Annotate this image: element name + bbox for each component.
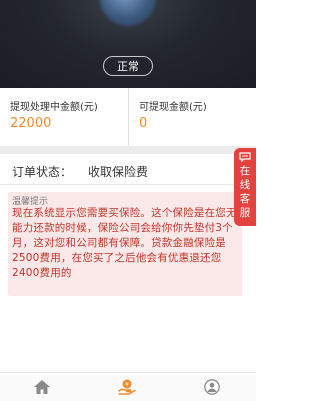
order-status-value: 收取保险费 xyxy=(88,165,149,179)
profile-header: 正常 xyxy=(0,0,256,88)
order-status-row: 订单状态： 收取保险费 xyxy=(0,154,256,185)
nav-home[interactable] xyxy=(0,373,85,401)
nav-loan[interactable]: ¥ xyxy=(85,373,170,401)
notice-body: 现在系统显示您需要买保险。这个保险是在您无能力还款的时候，保险公司会给你你先垫付… xyxy=(12,207,237,279)
processing-amount-panel: 提现处理中金额(元) 22000 xyxy=(0,88,129,146)
user-icon xyxy=(204,379,220,395)
avatar[interactable] xyxy=(100,0,156,26)
available-amount-panel: 可提现金额(元) 0 xyxy=(129,88,256,146)
svg-text:¥: ¥ xyxy=(125,382,129,389)
available-amount-label: 可提现金额(元) xyxy=(139,102,207,113)
online-service-label: 在线客服 xyxy=(239,165,251,219)
home-icon xyxy=(34,380,50,394)
section-divider xyxy=(0,146,256,154)
status-badge: 正常 xyxy=(103,56,153,76)
money-hand-icon: ¥ xyxy=(118,379,136,395)
chat-bubble-icon xyxy=(239,152,251,162)
online-service-button[interactable]: 在线客服 xyxy=(234,148,256,226)
warm-tip-notice: 温馨提示 现在系统显示您需要买保险。这个保险是在您无能力还款的时候，保险公司会给… xyxy=(8,192,242,296)
nav-profile[interactable] xyxy=(170,373,255,401)
bottom-navigation: ¥ xyxy=(0,372,256,401)
processing-amount-value: 22000 xyxy=(10,116,52,131)
processing-amount-label: 提现处理中金额(元) xyxy=(10,102,98,113)
available-amount-value: 0 xyxy=(139,116,148,131)
order-status-label: 订单状态： xyxy=(12,165,73,179)
balance-summary: 提现处理中金额(元) 22000 可提现金额(元) 0 xyxy=(0,88,256,146)
